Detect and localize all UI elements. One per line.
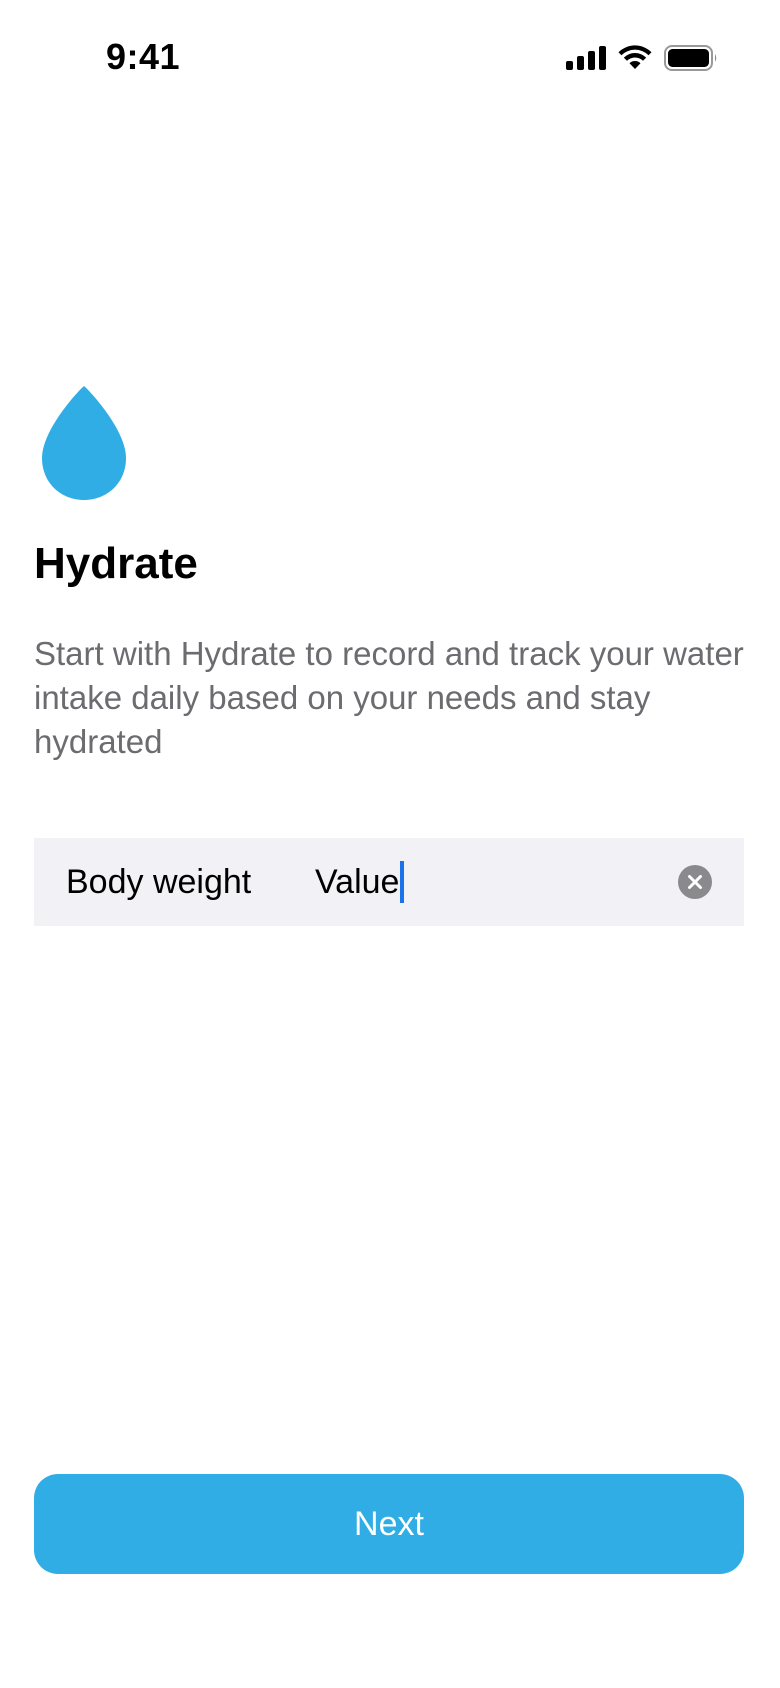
body-weight-label: Body weight <box>66 862 252 901</box>
onboarding-content: Hydrate Start with Hydrate to record and… <box>34 384 746 764</box>
battery-icon <box>664 45 717 71</box>
wifi-icon <box>618 45 652 69</box>
body-weight-input[interactable]: Value <box>315 861 405 903</box>
status-bar: 9:41 <box>0 0 780 116</box>
app-description: Start with Hydrate to record and track y… <box>34 635 744 760</box>
status-time: 9:41 <box>106 36 181 77</box>
body-weight-field[interactable]: Body weight Value <box>34 838 744 926</box>
body-weight-value: Value <box>315 862 400 901</box>
next-button[interactable]: Next <box>34 1474 744 1574</box>
clear-button[interactable] <box>678 865 712 899</box>
next-button-label: Next <box>354 1504 424 1543</box>
status-icons <box>566 42 718 74</box>
clear-icon <box>688 875 702 889</box>
water-drop-icon <box>42 386 126 500</box>
cellular-signal-icon <box>566 46 606 70</box>
text-caret <box>400 861 405 903</box>
app-title: Hydrate <box>34 539 198 588</box>
